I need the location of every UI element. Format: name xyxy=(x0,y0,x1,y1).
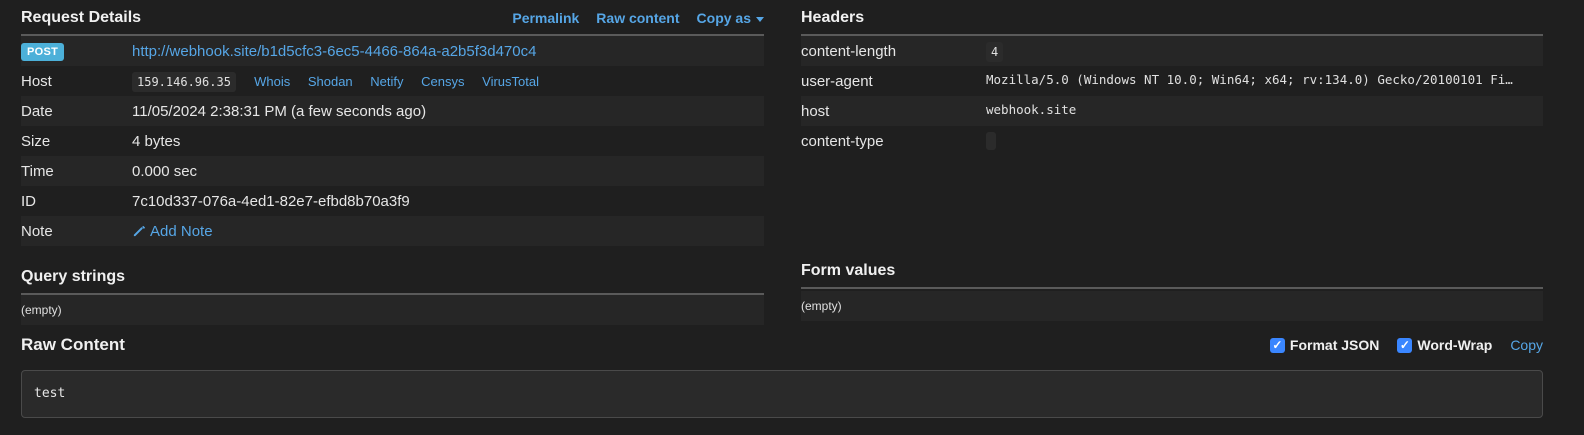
method-badge: POST xyxy=(21,42,65,61)
request-details-header: Request Details Permalink Raw content Co… xyxy=(21,0,764,36)
format-json-checkbox[interactable]: ✓ Format JSON xyxy=(1269,337,1380,353)
header-value-empty xyxy=(986,132,996,151)
word-wrap-label: Word-Wrap xyxy=(1417,337,1493,353)
raw-content-header: Raw Content ✓ Format JSON ✓ Word-Wrap Co… xyxy=(21,330,1543,360)
table-row: content-type xyxy=(801,126,1543,156)
size-value: 4 bytes xyxy=(132,132,181,150)
request-details-panel: Request Details Permalink Raw content Co… xyxy=(21,0,764,325)
id-value: 7c10d337-076a-4ed1-82e7-efbd8b70a3f9 xyxy=(132,192,410,210)
table-row: Time 0.000 sec xyxy=(21,156,764,186)
date-value: 11/05/2024 2:38:31 PM (a few seconds ago… xyxy=(132,102,427,120)
header-value: Mozilla/5.0 (Windows NT 10.0; Win64; x64… xyxy=(986,71,1513,87)
request-details-title: Request Details xyxy=(21,9,142,26)
pencil-icon xyxy=(133,225,145,236)
date-label: Date xyxy=(21,102,53,120)
checkmark-icon: ✓ xyxy=(1269,337,1285,353)
permalink-link[interactable]: Permalink xyxy=(512,10,579,26)
host-label: Host xyxy=(21,72,52,90)
note-label: Note xyxy=(21,222,53,240)
copy-as-label: Copy as xyxy=(696,10,751,26)
query-strings-title: Query strings xyxy=(21,268,126,285)
table-row: host webhook.site xyxy=(801,96,1543,126)
whois-link[interactable]: Whois xyxy=(254,74,290,89)
table-row: POST http://webhook.site/b1d5cfc3-6ec5-4… xyxy=(21,36,764,66)
header-key: host xyxy=(801,102,830,120)
size-label: Size xyxy=(21,132,51,150)
form-values-empty: (empty) xyxy=(801,291,1543,321)
raw-content-title: Raw Content xyxy=(21,335,125,354)
headers-header: Headers xyxy=(801,0,1543,36)
virustotal-link[interactable]: VirusTotal xyxy=(482,74,539,89)
caret-down-icon xyxy=(756,16,764,22)
header-key: user-agent xyxy=(801,72,873,90)
table-row: content-length 4 xyxy=(801,36,1543,66)
headers-panel: Headers content-length 4 user-agent Mozi… xyxy=(801,0,1543,321)
headers-title: Headers xyxy=(801,9,865,26)
checkmark-icon: ✓ xyxy=(1397,337,1413,353)
table-row: Note Add Note xyxy=(21,216,764,246)
time-value: 0.000 sec xyxy=(132,162,198,180)
host-ip: 159.146.96.35 xyxy=(132,71,236,92)
shodan-link[interactable]: Shodan xyxy=(308,74,353,89)
request-url-link[interactable]: http://webhook.site/b1d5cfc3-6ec5-4466-8… xyxy=(132,43,536,60)
copy-raw-button[interactable]: Copy xyxy=(1510,337,1543,353)
copy-as-dropdown[interactable]: Copy as xyxy=(697,10,764,26)
form-values-title: Form values xyxy=(801,262,896,279)
table-row: Host 159.146.96.35 Whois Shodan Netify C… xyxy=(21,66,764,96)
form-values-header: Form values xyxy=(801,253,1543,289)
add-note-label: Add Note xyxy=(150,222,213,240)
raw-content-link[interactable]: Raw content xyxy=(596,10,679,26)
header-value: webhook.site xyxy=(986,101,1077,117)
request-details-links: Permalink Raw content Copy as xyxy=(512,8,764,26)
query-strings-empty: (empty) xyxy=(21,295,764,325)
table-row: Size 4 bytes xyxy=(21,126,764,156)
censys-link[interactable]: Censys xyxy=(421,74,464,89)
raw-content-options: ✓ Format JSON ✓ Word-Wrap Copy xyxy=(1269,337,1543,353)
table-row: ID 7c10d337-076a-4ed1-82e7-efbd8b70a3f9 xyxy=(21,186,764,216)
raw-content-body: test xyxy=(21,370,1543,418)
header-key: content-length xyxy=(801,42,897,60)
query-strings-header: Query strings xyxy=(21,259,764,295)
host-lookup-links: Whois Shodan Netify Censys VirusTotal xyxy=(254,74,553,89)
id-label: ID xyxy=(21,192,36,210)
word-wrap-checkbox[interactable]: ✓ Word-Wrap xyxy=(1397,337,1492,353)
header-key: content-type xyxy=(801,132,884,150)
header-value: 4 xyxy=(986,41,1004,62)
time-label: Time xyxy=(21,162,54,180)
request-details-table: POST http://webhook.site/b1d5cfc3-6ec5-4… xyxy=(21,36,764,246)
add-note-button[interactable]: Add Note xyxy=(132,223,213,240)
format-json-label: Format JSON xyxy=(1289,337,1380,353)
netify-link[interactable]: Netify xyxy=(370,74,403,89)
table-row: Date 11/05/2024 2:38:31 PM (a few second… xyxy=(21,96,764,126)
headers-table: content-length 4 user-agent Mozilla/5.0 … xyxy=(801,36,1543,156)
table-row: user-agent Mozilla/5.0 (Windows NT 10.0;… xyxy=(801,66,1543,96)
